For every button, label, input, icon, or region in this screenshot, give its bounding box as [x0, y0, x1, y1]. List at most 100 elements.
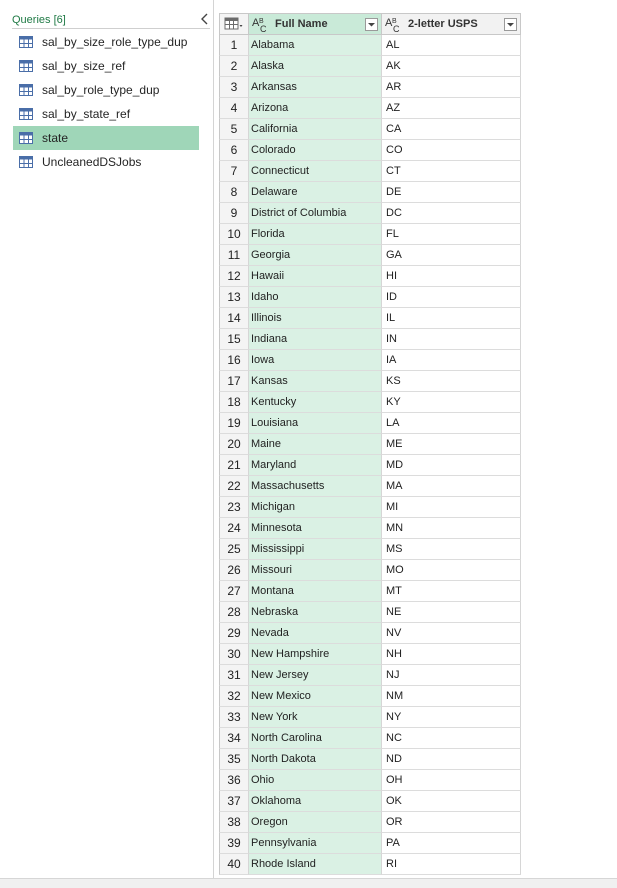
row-number[interactable]: 31	[219, 665, 249, 686]
cell-full-name[interactable]: Kentucky	[249, 392, 382, 413]
cell-full-name[interactable]: Illinois	[249, 308, 382, 329]
cell-full-name[interactable]: North Carolina	[249, 728, 382, 749]
cell-full-name[interactable]: Indiana	[249, 329, 382, 350]
row-number[interactable]: 22	[219, 476, 249, 497]
cell-usps[interactable]: RI	[382, 854, 521, 875]
cell-usps[interactable]: NV	[382, 623, 521, 644]
cell-usps[interactable]: GA	[382, 245, 521, 266]
cell-usps[interactable]: DE	[382, 182, 521, 203]
cell-usps[interactable]: KS	[382, 371, 521, 392]
row-number[interactable]: 38	[219, 812, 249, 833]
cell-usps[interactable]: NJ	[382, 665, 521, 686]
cell-usps[interactable]: KY	[382, 392, 521, 413]
cell-usps[interactable]: AK	[382, 56, 521, 77]
cell-usps[interactable]: ME	[382, 434, 521, 455]
row-number[interactable]: 17	[219, 371, 249, 392]
row-number[interactable]: 19	[219, 413, 249, 434]
cell-usps[interactable]: AL	[382, 35, 521, 56]
cell-full-name[interactable]: Alaska	[249, 56, 382, 77]
cell-usps[interactable]: DC	[382, 203, 521, 224]
column-header-usps[interactable]: A B C 2-letter USPS	[382, 13, 521, 35]
row-number[interactable]: 16	[219, 350, 249, 371]
cell-usps[interactable]: PA	[382, 833, 521, 854]
query-item[interactable]: UncleanedDSJobs	[13, 150, 199, 174]
row-number[interactable]: 29	[219, 623, 249, 644]
table-menu-button[interactable]	[219, 13, 249, 35]
cell-usps[interactable]: LA	[382, 413, 521, 434]
cell-usps[interactable]: MT	[382, 581, 521, 602]
cell-full-name[interactable]: New York	[249, 707, 382, 728]
cell-full-name[interactable]: Arkansas	[249, 77, 382, 98]
cell-full-name[interactable]: California	[249, 119, 382, 140]
query-item[interactable]: sal_by_role_type_dup	[13, 78, 199, 102]
cell-usps[interactable]: MA	[382, 476, 521, 497]
cell-usps[interactable]: MN	[382, 518, 521, 539]
cell-full-name[interactable]: Rhode Island	[249, 854, 382, 875]
row-number[interactable]: 7	[219, 161, 249, 182]
cell-full-name[interactable]: Mississippi	[249, 539, 382, 560]
cell-full-name[interactable]: Oklahoma	[249, 791, 382, 812]
row-number[interactable]: 37	[219, 791, 249, 812]
row-number[interactable]: 36	[219, 770, 249, 791]
cell-full-name[interactable]: Colorado	[249, 140, 382, 161]
cell-usps[interactable]: HI	[382, 266, 521, 287]
cell-usps[interactable]: NM	[382, 686, 521, 707]
row-number[interactable]: 1	[219, 35, 249, 56]
cell-usps[interactable]: CO	[382, 140, 521, 161]
cell-usps[interactable]: CA	[382, 119, 521, 140]
row-number[interactable]: 9	[219, 203, 249, 224]
cell-usps[interactable]: MI	[382, 497, 521, 518]
query-item[interactable]: sal_by_size_role_type_dup	[13, 30, 199, 54]
query-item[interactable]: state	[13, 126, 199, 150]
row-number[interactable]: 28	[219, 602, 249, 623]
cell-full-name[interactable]: Montana	[249, 581, 382, 602]
cell-usps[interactable]: AZ	[382, 98, 521, 119]
row-number[interactable]: 30	[219, 644, 249, 665]
cell-full-name[interactable]: Ohio	[249, 770, 382, 791]
cell-usps[interactable]: MO	[382, 560, 521, 581]
cell-full-name[interactable]: New Jersey	[249, 665, 382, 686]
row-number[interactable]: 33	[219, 707, 249, 728]
cell-usps[interactable]: NE	[382, 602, 521, 623]
cell-usps[interactable]: OR	[382, 812, 521, 833]
cell-usps[interactable]: IL	[382, 308, 521, 329]
row-number[interactable]: 6	[219, 140, 249, 161]
cell-full-name[interactable]: Alabama	[249, 35, 382, 56]
row-number[interactable]: 39	[219, 833, 249, 854]
cell-full-name[interactable]: Idaho	[249, 287, 382, 308]
row-number[interactable]: 26	[219, 560, 249, 581]
cell-usps[interactable]: FL	[382, 224, 521, 245]
cell-usps[interactable]: ID	[382, 287, 521, 308]
cell-full-name[interactable]: New Mexico	[249, 686, 382, 707]
cell-full-name[interactable]: Connecticut	[249, 161, 382, 182]
row-number[interactable]: 20	[219, 434, 249, 455]
cell-full-name[interactable]: Iowa	[249, 350, 382, 371]
row-number[interactable]: 2	[219, 56, 249, 77]
collapse-pane-button[interactable]	[197, 11, 213, 27]
cell-full-name[interactable]: Massachusetts	[249, 476, 382, 497]
cell-full-name[interactable]: Nevada	[249, 623, 382, 644]
cell-full-name[interactable]: Nebraska	[249, 602, 382, 623]
cell-full-name[interactable]: Maryland	[249, 455, 382, 476]
row-number[interactable]: 27	[219, 581, 249, 602]
cell-full-name[interactable]: New Hampshire	[249, 644, 382, 665]
cell-full-name[interactable]: Florida	[249, 224, 382, 245]
cell-full-name[interactable]: Oregon	[249, 812, 382, 833]
cell-full-name[interactable]: Georgia	[249, 245, 382, 266]
row-number[interactable]: 4	[219, 98, 249, 119]
cell-usps[interactable]: OH	[382, 770, 521, 791]
cell-usps[interactable]: ND	[382, 749, 521, 770]
row-number[interactable]: 23	[219, 497, 249, 518]
row-number[interactable]: 8	[219, 182, 249, 203]
cell-usps[interactable]: MS	[382, 539, 521, 560]
row-number[interactable]: 14	[219, 308, 249, 329]
query-item[interactable]: sal_by_state_ref	[13, 102, 199, 126]
row-number[interactable]: 10	[219, 224, 249, 245]
cell-full-name[interactable]: Hawaii	[249, 266, 382, 287]
cell-full-name[interactable]: Delaware	[249, 182, 382, 203]
column-header-full-name[interactable]: A B C Full Name	[249, 13, 382, 35]
cell-full-name[interactable]: Missouri	[249, 560, 382, 581]
row-number[interactable]: 13	[219, 287, 249, 308]
row-number[interactable]: 18	[219, 392, 249, 413]
row-number[interactable]: 15	[219, 329, 249, 350]
